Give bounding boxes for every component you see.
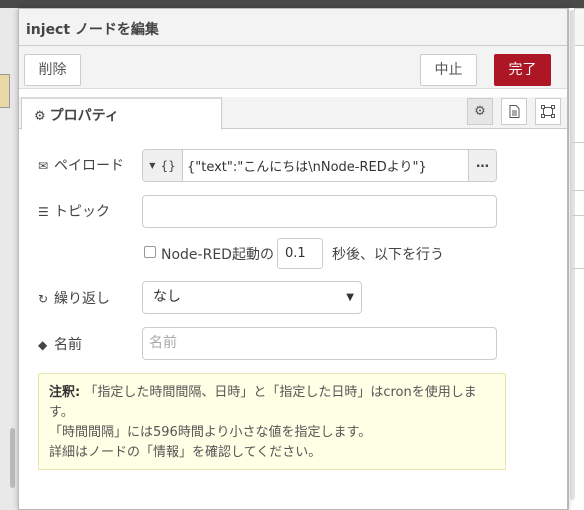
caret-down-icon: ▼ xyxy=(149,161,156,170)
tab-bar: ⚙ プロパティ ⚙ xyxy=(19,97,567,130)
payload-expand-button[interactable]: … xyxy=(468,150,496,181)
sidebar-divider xyxy=(572,215,584,216)
sidebar-divider xyxy=(572,142,584,143)
payload-value[interactable]: {"text":"こんにちは\nNode-REDより"} xyxy=(183,156,468,175)
once-label: Node-RED起動の xyxy=(161,247,274,263)
topic-label-wrap: ☰ トピック xyxy=(38,201,110,221)
topic-label: トピック xyxy=(54,204,110,220)
tasks-icon: ☰ xyxy=(38,205,49,219)
file-icon xyxy=(509,105,519,118)
workspace-scrollbar[interactable] xyxy=(10,428,15,488)
workspace-left xyxy=(0,8,18,510)
tray-toolbar: 削除 中止 完了 xyxy=(19,46,567,89)
edit-tray: inject ノードを編集 削除 中止 完了 ⚙ プロパティ ⚙ ✉ ペイロード… xyxy=(18,8,568,510)
note-line-2: 「時間間隔」には596時間より小さな値を指定します。 xyxy=(49,425,372,440)
node-settings-button[interactable]: ⚙ xyxy=(467,98,493,125)
repeat-icon: ↻ xyxy=(38,292,49,306)
tag-icon: ◆ xyxy=(38,338,48,352)
name-label: 名前 xyxy=(54,337,82,353)
topic-input[interactable] xyxy=(142,195,497,228)
payload-input[interactable]: ▼ {} {"text":"こんにちは\nNode-REDより"} … xyxy=(142,149,497,182)
note-prefix: 注釈: xyxy=(49,385,81,400)
repeat-select[interactable]: なし ▼ xyxy=(142,281,362,314)
cron-note: 注釈: 「指定した時間間隔、日時」と「指定した日時」はcronを使用します。 「… xyxy=(38,373,506,470)
name-label-wrap: ◆ 名前 xyxy=(38,334,82,354)
once-suffix: 秒後、以下を行う xyxy=(332,247,444,263)
gear-icon: ⚙ xyxy=(34,109,46,124)
name-input[interactable]: 名前 xyxy=(142,327,497,360)
tab-properties-label: プロパティ xyxy=(49,108,119,124)
once-checkbox[interactable] xyxy=(144,246,156,258)
once-delay-input[interactable]: 0.1 xyxy=(277,238,323,269)
repeat-label: 繰り返し xyxy=(54,291,110,307)
json-type-icon: {} xyxy=(160,158,176,173)
payload-type-select[interactable]: ▼ {} xyxy=(143,150,183,181)
sidebar-scrollbar[interactable] xyxy=(570,10,575,500)
sidebar-divider xyxy=(572,268,584,269)
node-appearance-button[interactable] xyxy=(535,98,561,125)
gear-icon: ⚙ xyxy=(474,104,486,119)
sidebar-tab-strip xyxy=(574,8,584,46)
appearance-icon xyxy=(541,105,555,118)
payload-label: ペイロード xyxy=(54,158,124,174)
done-button[interactable]: 完了 xyxy=(494,54,551,86)
repeat-selected-value: なし xyxy=(153,289,181,305)
cancel-button[interactable]: 中止 xyxy=(420,54,477,86)
repeat-label-wrap: ↻ 繰り返し xyxy=(38,288,110,308)
chevron-down-icon: ▼ xyxy=(346,292,354,303)
delete-button[interactable]: 削除 xyxy=(24,54,81,86)
payload-label-wrap: ✉ ペイロード xyxy=(38,155,124,175)
sidebar-divider xyxy=(572,190,584,191)
envelope-icon: ✉ xyxy=(38,159,49,173)
note-line-3: 詳細はノードの「情報」を確認してください。 xyxy=(49,445,322,460)
tab-properties[interactable]: ⚙ プロパティ xyxy=(21,97,222,130)
top-bar xyxy=(0,0,584,8)
note-line-1: 「指定した時間間隔、日時」と「指定した日時」はcronを使用します。 xyxy=(49,385,477,420)
node-description-button[interactable] xyxy=(501,98,527,125)
workspace-node[interactable] xyxy=(0,74,10,108)
tray-title: inject ノードを編集 xyxy=(19,9,567,46)
